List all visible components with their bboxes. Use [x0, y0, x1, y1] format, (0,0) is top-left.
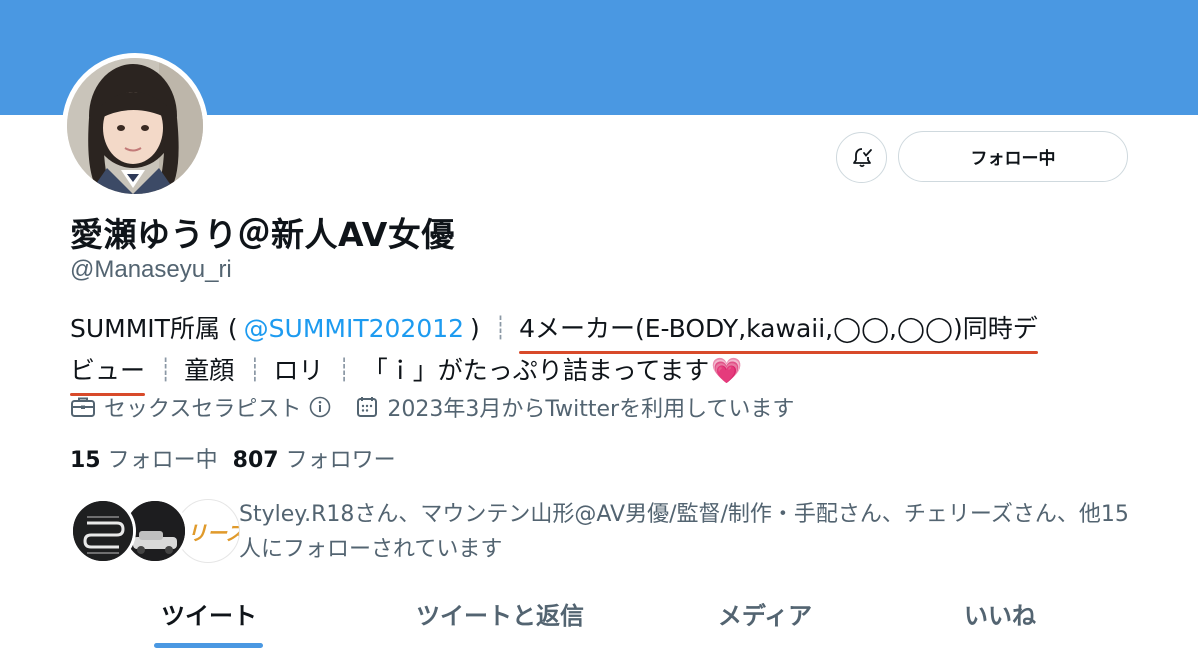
following-count: 15 [70, 448, 101, 473]
bio-tag: 童顔 [184, 356, 235, 385]
bio-separator: ┊ [159, 358, 172, 383]
bio-line-2: ビュー ┊ 童顔 ┊ ロリ ┊ 「ｉ」がたっぷり詰まってます 💗 [70, 350, 1150, 396]
bio-separator: ┊ [337, 358, 351, 383]
bell-check-icon [852, 147, 872, 167]
calendar-icon [355, 395, 379, 419]
join-date: 2023年3月からTwitterを利用しています [387, 397, 795, 422]
tab-media[interactable]: メディア [680, 575, 850, 652]
followers-count: 807 [232, 448, 279, 473]
profile-meta: セックスセラピスト 2023年3月からTwitterを利用しています [70, 391, 794, 423]
info-icon[interactable] [309, 396, 331, 418]
profile-bio: SUMMIT所属 ( @SUMMIT202012 ) ┊ 4メーカー(E-BOD… [70, 308, 1150, 396]
tab-tweets[interactable]: ツイート [110, 575, 308, 652]
tab-likes[interactable]: いいね [920, 575, 1080, 652]
user-handle: @Manaseyu_ri [70, 256, 232, 283]
follow-stats: 15 フォロー中 807 フォロワー [70, 442, 396, 474]
bio-separator: ┊ [493, 316, 507, 341]
bio-line-1: SUMMIT所属 ( @SUMMIT202012 ) ┊ 4メーカー(E-BOD… [70, 308, 1150, 354]
following-link[interactable]: 15 フォロー中 [70, 448, 218, 473]
followed-by-text[interactable]: Styley.R18さん、マウンテン山形@AV男優/監督/制作・手配さん、チェリ… [239, 497, 1139, 567]
professional-category[interactable]: セックスセラピスト [104, 391, 301, 423]
follower-avatar-1 [70, 498, 136, 564]
profile-avatar[interactable] [62, 53, 208, 199]
following-label: フォロー中 [107, 448, 218, 473]
heart-emoji: 💗 [711, 356, 743, 385]
avatar-3-text: リーズ [187, 521, 239, 545]
avatar-photo [67, 58, 203, 194]
bio-text: ) [470, 314, 480, 343]
tab-tweets-and-replies[interactable]: ツイートと返信 [380, 575, 620, 652]
followers-label: フォロワー [285, 448, 396, 473]
bio-tag: 「ｉ」がたっぷり詰まってます [362, 356, 710, 385]
bio-text: SUMMIT所属 ( [70, 314, 238, 343]
bio-separator: ┊ [248, 358, 261, 383]
bio-highlight-text: ビュー [70, 350, 146, 396]
profile-tabs: ツイート ツイートと返信 メディア いいね [0, 575, 1198, 652]
notifications-bell-button[interactable] [836, 132, 887, 183]
bio-mention-link[interactable]: @SUMMIT202012 [244, 308, 464, 350]
briefcase-icon [70, 395, 96, 419]
followers-link[interactable]: 807 フォロワー [233, 448, 396, 473]
bio-tag: ロリ [273, 356, 324, 385]
display-name: 愛瀬ゆうり＠新人AV女優 [70, 215, 455, 254]
following-button[interactable]: フォロー中 [898, 131, 1128, 182]
active-tab-indicator [154, 643, 263, 648]
bio-highlight-text: 4メーカー(E-BODY,kawaii,◯◯,◯◯)同時デ [519, 308, 1038, 354]
